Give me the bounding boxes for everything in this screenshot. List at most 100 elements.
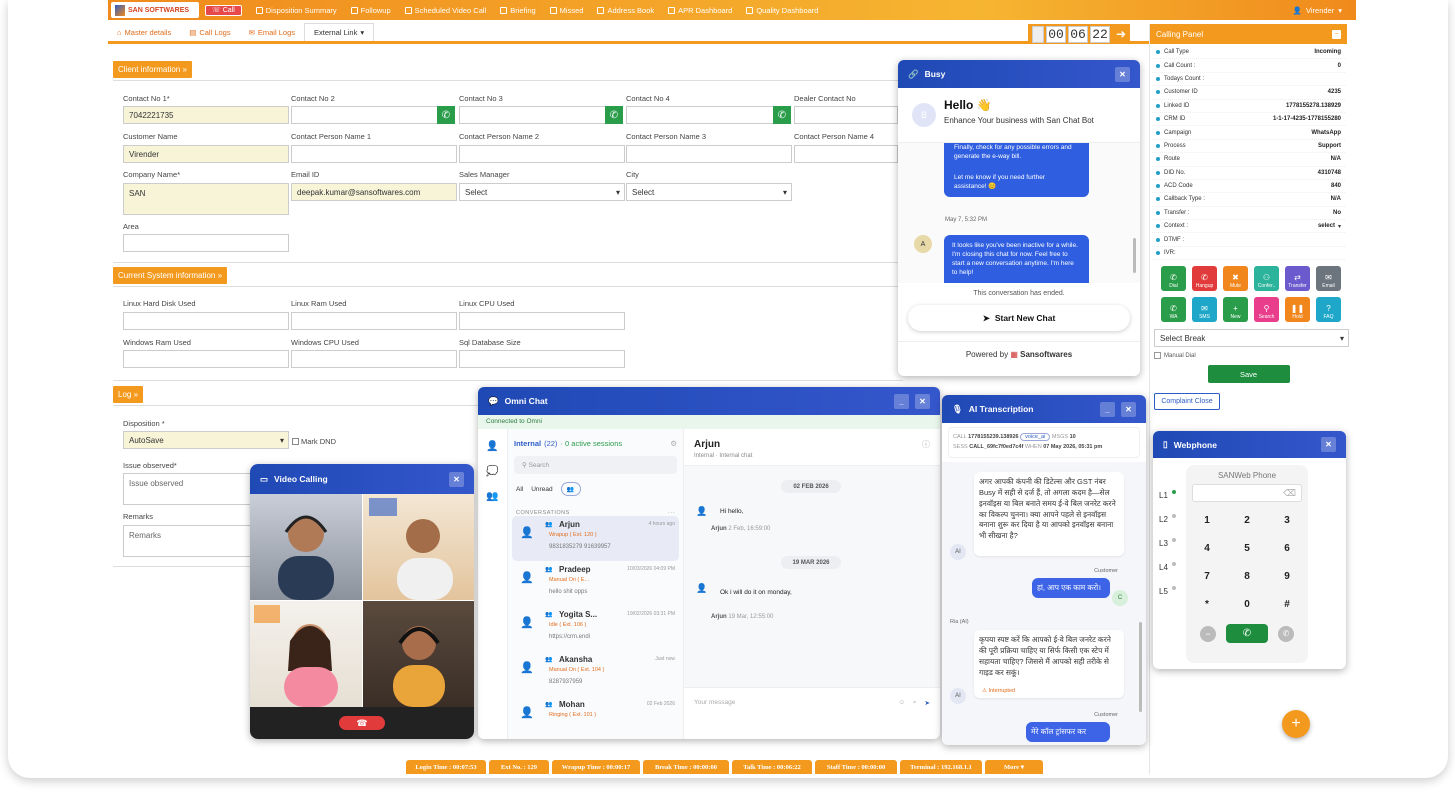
close-icon[interactable]: ✕ (449, 471, 464, 487)
system-info-header[interactable]: Current System information » (113, 267, 228, 284)
linux-cpu-input[interactable] (459, 312, 625, 330)
email-field[interactable]: deepak.kumar@sansoftwares.com (291, 183, 457, 201)
key-1[interactable]: 1 (1197, 510, 1217, 530)
customer-name-input[interactable]: Virender (123, 145, 289, 163)
dealer-contact-input[interactable] (794, 106, 898, 124)
key-9[interactable]: 9 (1277, 566, 1297, 586)
key-6[interactable]: 6 (1277, 538, 1297, 558)
emoji-icon[interactable]: ☺ (898, 699, 905, 706)
group-filter-icon[interactable]: 👥 (560, 482, 581, 496)
company-name-textarea[interactable]: SAN (123, 183, 289, 215)
minimize-icon[interactable]: − (1332, 29, 1341, 39)
contact-no-4-input[interactable] (626, 106, 774, 124)
phone-icon[interactable]: ✆ (605, 106, 623, 124)
key-7[interactable]: 7 (1197, 566, 1217, 586)
mark-dnd-checkbox[interactable]: Mark DND (292, 437, 336, 446)
contact-no-1-input[interactable]: 7042221735 (123, 106, 289, 124)
key-2[interactable]: 2 (1237, 510, 1257, 530)
email-button[interactable]: ✉ Email (1316, 266, 1341, 292)
user-icon[interactable]: 👤 (486, 441, 498, 452)
phone-icon[interactable]: ✆ (437, 106, 455, 124)
search-input[interactable]: ⚲ Search (514, 456, 677, 474)
nav-quality-dashboard[interactable]: Quality Dashboard (746, 6, 818, 15)
conversation-item[interactable]: 👤 👥 Yogita S... 19/02/2026 03:31 PM Idle ( E… (512, 606, 679, 651)
nav-scheduled-video-call[interactable]: Scheduled Video Call (404, 6, 486, 15)
close-icon[interactable]: ✕ (1115, 66, 1130, 82)
nav-missed[interactable]: Missed (549, 6, 583, 15)
windows-ram-input[interactable] (123, 350, 289, 368)
sales-manager-select[interactable]: Select (459, 183, 625, 201)
key-0[interactable]: 0 (1237, 594, 1257, 614)
scrollbar[interactable] (1139, 621, 1142, 712)
contact-person-3-input[interactable] (626, 145, 792, 163)
minus-icon[interactable]: − (1200, 625, 1216, 642)
linux-disk-input[interactable] (123, 312, 289, 330)
key-4[interactable]: 4 (1197, 538, 1217, 558)
line-l3[interactable]: L3 (1159, 537, 1176, 548)
nav-disposition-summary[interactable]: Disposition Summary (255, 6, 337, 15)
nav-address-book[interactable]: Address Book (597, 6, 654, 15)
hangup-button[interactable]: ✆ Hangup (1192, 266, 1217, 292)
minimize-icon[interactable]: _ (1100, 401, 1115, 417)
brand-logo[interactable]: SAN SOFTWARES (111, 2, 199, 18)
city-select[interactable]: Select (626, 183, 792, 201)
dial-button[interactable]: ✆ (1226, 624, 1268, 643)
break-select[interactable]: Select Break (1154, 329, 1349, 348)
complaint-close-button[interactable]: Complaint Close (1154, 393, 1220, 411)
close-icon[interactable]: ✕ (915, 393, 930, 409)
contact-no-2-input[interactable] (291, 106, 439, 124)
close-icon[interactable]: ✕ (1121, 401, 1136, 417)
wa-button[interactable]: ✆ WA (1161, 297, 1186, 323)
filter-all[interactable]: All (516, 486, 523, 493)
minimize-icon[interactable]: _ (894, 393, 909, 409)
send-icon[interactable]: ➤ (925, 699, 930, 707)
scrollbar[interactable] (1133, 238, 1136, 273)
line-l5[interactable]: L5 (1159, 585, 1176, 596)
conversation-item[interactable]: 👤 👥 Pradeep 10/03/2026 04:09 PM Manual On ( … (512, 561, 679, 606)
key-8[interactable]: 8 (1237, 566, 1257, 586)
sms-button[interactable]: ✉ SMS (1192, 297, 1217, 323)
line-l4[interactable]: L4 (1159, 561, 1176, 572)
manual-dial-checkbox[interactable]: Manual Dial (1154, 352, 1343, 360)
arrow-right-icon[interactable]: ➜ (1116, 27, 1126, 41)
attach-icon[interactable]: ⌕ (913, 699, 917, 707)
new-button[interactable]: + New (1223, 297, 1248, 323)
contact-no-3-input[interactable] (459, 106, 607, 124)
confer-button[interactable]: ⚇ Confer.. (1254, 266, 1279, 292)
conversation-item[interactable]: 👤 👥 Akansha Just now Manual On ( Ext. 104 ) 8… (512, 651, 679, 696)
conversation-item[interactable]: 👤 👥 Mohan 02 Feb 2026 Ringing ( Ext. 101 ) (512, 696, 679, 739)
message-input[interactable]: Your message ☺ ⌕ ➤ (684, 687, 940, 717)
transfer-call-icon[interactable]: ✆ (1278, 625, 1294, 642)
filter-unread[interactable]: Unread (531, 486, 552, 493)
chat-icon[interactable]: 💭 (486, 466, 498, 477)
search-button[interactable]: ⚲ Search (1254, 297, 1279, 323)
settings-icon[interactable]: ⚙ (670, 439, 677, 448)
contact-person-4-input[interactable] (794, 145, 898, 163)
area-input[interactable] (123, 234, 289, 252)
group-icon[interactable]: 👥 (486, 491, 498, 502)
tab-call-logs[interactable]: ▤ Call Logs (180, 23, 239, 41)
contact-person-2-input[interactable] (459, 145, 625, 163)
end-call-button[interactable]: ☎ (339, 716, 385, 730)
tab-email-logs[interactable]: ✉ Email Logs (240, 23, 304, 41)
tab-master-details[interactable]: ⌂ Master details (108, 23, 180, 41)
faq-button[interactable]: ? FAQ (1316, 297, 1341, 323)
nav-apr-dashboard[interactable]: APR Dashboard (668, 6, 732, 15)
save-button[interactable]: Save (1207, 365, 1290, 384)
dial-button[interactable]: ✆ Dial (1161, 266, 1186, 292)
nav-followup[interactable]: Followup (350, 6, 391, 15)
contact-person-1-input[interactable] (291, 145, 457, 163)
line-l2[interactable]: L2 (1159, 513, 1176, 524)
user-menu[interactable]: 👤 Virender ▾ (1293, 6, 1342, 15)
sql-size-input[interactable] (459, 350, 625, 368)
phone-icon[interactable]: ✆ (773, 106, 791, 124)
close-icon[interactable]: ✕ (1321, 437, 1336, 452)
backspace-icon[interactable]: ⌫ (1283, 488, 1296, 498)
key-3[interactable]: 3 (1277, 510, 1297, 530)
line-l1[interactable]: L1 (1159, 489, 1176, 500)
key-star[interactable]: * (1197, 594, 1217, 614)
dial-input[interactable]: ⌫ (1192, 484, 1302, 502)
linux-ram-input[interactable] (291, 312, 457, 330)
key-5[interactable]: 5 (1237, 538, 1257, 558)
tab-external-link[interactable]: External Link ▾ (304, 23, 375, 41)
